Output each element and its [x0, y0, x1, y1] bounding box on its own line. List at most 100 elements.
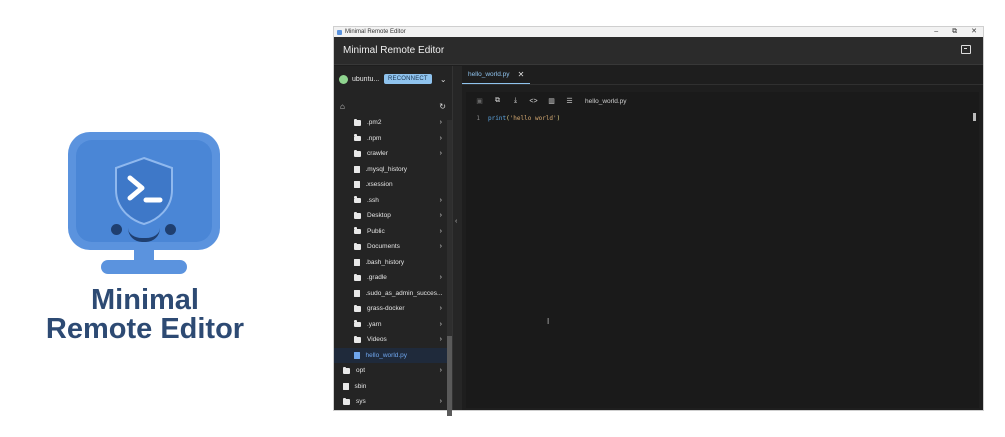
logo-title-line2: Remote Editor — [45, 313, 245, 345]
reconnect-button[interactable]: RECONNECT — [384, 74, 432, 84]
folder-icon — [354, 211, 361, 219]
tree-item[interactable]: .ssh › — [334, 193, 452, 209]
folder-icon — [354, 273, 361, 281]
app-header: Minimal Remote Editor — [334, 37, 983, 65]
tab-bar: hello_world.py ✕ — [462, 66, 983, 85]
folder-icon — [354, 196, 361, 203]
save-icon[interactable]: ▣ — [475, 97, 484, 105]
shield-icon — [115, 156, 173, 226]
download-icon[interactable]: ⤓ — [511, 97, 520, 105]
code-editor[interactable]: ▣ ⧉ ⤓ <> ▥ ☰ hello_world.py 1 print('hel… — [466, 92, 979, 408]
close-button[interactable]: ✕ — [971, 27, 977, 37]
tree-item-label: grass-docker — [367, 305, 405, 313]
chevron-right-icon[interactable]: › — [440, 197, 442, 204]
window-title: Minimal Remote Editor — [345, 29, 406, 35]
connection-name: ubuntu... — [352, 75, 380, 83]
chevron-right-icon[interactable]: › — [440, 243, 442, 250]
user-icon — [339, 74, 348, 84]
line-numbers-icon[interactable]: ☰ — [565, 97, 574, 105]
tree-item-label: .xsession — [365, 181, 393, 189]
scrollbar-thumb[interactable] — [447, 336, 452, 416]
tree-item[interactable]: opt › — [334, 363, 452, 379]
tree-item[interactable]: .mysql_history — [334, 162, 452, 178]
tree-item-label: hello_world.py — [365, 351, 408, 359]
chevron-right-icon[interactable]: › — [440, 321, 442, 328]
connection-row: ubuntu... RECONNECT ⌄ — [334, 68, 452, 90]
tree-item[interactable]: Documents › — [334, 239, 452, 255]
tree-item[interactable]: .bash_history — [334, 255, 452, 271]
tree-item-label: .gradle — [367, 274, 387, 282]
tree-item-label: .pm2 — [367, 119, 382, 127]
map-icon[interactable]: ▥ — [547, 97, 556, 105]
tree-item[interactable]: lib32 — [334, 410, 452, 411]
file-icon — [354, 289, 360, 297]
terminal-icon[interactable] — [961, 45, 971, 54]
tree-item-label: Desktop — [367, 212, 391, 220]
tree-item[interactable]: .yarn › — [334, 317, 452, 333]
tree-item-label: Documents — [367, 243, 400, 251]
tree-item[interactable]: sys › — [334, 394, 452, 410]
close-tab-icon[interactable]: ✕ — [518, 70, 525, 79]
folder-icon — [343, 366, 350, 374]
chevron-right-icon[interactable]: › — [440, 336, 442, 343]
chevron-right-icon[interactable]: › — [440, 119, 442, 126]
folder-icon — [354, 149, 361, 157]
file-icon — [343, 382, 349, 390]
folder-icon — [354, 242, 361, 250]
file-icon — [354, 165, 360, 173]
tab-hello-world[interactable]: hello_world.py ✕ — [462, 66, 531, 84]
text-cursor-icon: I — [547, 317, 550, 326]
folder-icon — [354, 118, 361, 126]
chevron-right-icon[interactable]: › — [440, 212, 442, 219]
tree-item[interactable]: grass-docker › — [334, 301, 452, 317]
chevron-right-icon[interactable]: › — [440, 398, 442, 405]
file-icon — [354, 181, 360, 189]
tree-item[interactable]: .sudo_as_admin_succes... — [334, 286, 452, 302]
chevron-right-icon[interactable]: › — [440, 274, 442, 281]
tree-item[interactable]: Desktop › — [334, 208, 452, 224]
tree-item[interactable]: .npm › — [334, 131, 452, 147]
collapse-sidebar-handle[interactable]: ‹ — [453, 66, 462, 410]
tree-item[interactable]: .pm2 › — [334, 115, 452, 131]
tree-item-label: opt — [356, 367, 366, 375]
tree-item[interactable]: sbin — [334, 379, 452, 395]
chevron-right-icon[interactable]: › — [440, 135, 442, 142]
chevron-down-icon[interactable]: ⌄ — [440, 75, 447, 84]
tree-item[interactable]: .gradle › — [334, 270, 452, 286]
minimize-button[interactable]: – — [934, 27, 938, 37]
tree-item[interactable]: crawler › — [334, 146, 452, 162]
code-icon[interactable]: <> — [529, 98, 538, 105]
chevron-right-icon[interactable]: › — [440, 228, 442, 235]
tree-item-label: crawler — [367, 150, 388, 158]
file-icon — [354, 351, 360, 359]
folder-icon — [354, 320, 361, 327]
chevron-right-icon[interactable]: › — [440, 367, 442, 374]
tree-item-label: .bash_history — [365, 258, 405, 266]
copy-icon[interactable]: ⧉ — [493, 97, 502, 105]
folder-icon — [354, 304, 361, 312]
tree-item-label: .mysql_history — [365, 165, 408, 173]
refresh-icon[interactable]: ↻ — [439, 102, 446, 111]
maximize-button[interactable]: ⧉ — [952, 27, 957, 37]
app-logo: Minimal Remote Editor — [0, 0, 300, 437]
tree-item[interactable]: .xsession — [334, 177, 452, 193]
tree-item[interactable]: Public › — [334, 224, 452, 240]
tree-item[interactable]: Videos › — [334, 332, 452, 348]
folder-icon — [354, 335, 361, 343]
chevron-left-icon[interactable]: ‹ — [455, 218, 457, 225]
chevron-right-icon[interactable]: › — [440, 305, 442, 312]
minimap[interactable] — [973, 113, 976, 121]
tree-item[interactable]: hello_world.py — [334, 347, 452, 363]
app-title: Minimal Remote Editor — [343, 45, 445, 56]
file-tree: .pm2 › .npm › crawler › .mysql_history .xsessio… — [334, 115, 452, 410]
code-line[interactable]: 1 print('hello world') — [466, 113, 979, 123]
app-icon — [337, 29, 342, 35]
home-icon[interactable]: ⌂ — [340, 102, 345, 111]
chevron-right-icon[interactable]: › — [440, 150, 442, 157]
editor-area: hello_world.py ✕ ▣ ⧉ ⤓ <> ▥ ☰ hello_worl… — [462, 66, 983, 410]
code-keyword: print — [488, 114, 507, 122]
sidebar-scrollbar[interactable] — [447, 120, 452, 416]
logo-title-line1: Minimal — [91, 284, 199, 316]
editor-toolbar: ▣ ⧉ ⤓ <> ▥ ☰ hello_world.py — [466, 92, 979, 110]
tree-item-label: sys — [356, 398, 366, 406]
